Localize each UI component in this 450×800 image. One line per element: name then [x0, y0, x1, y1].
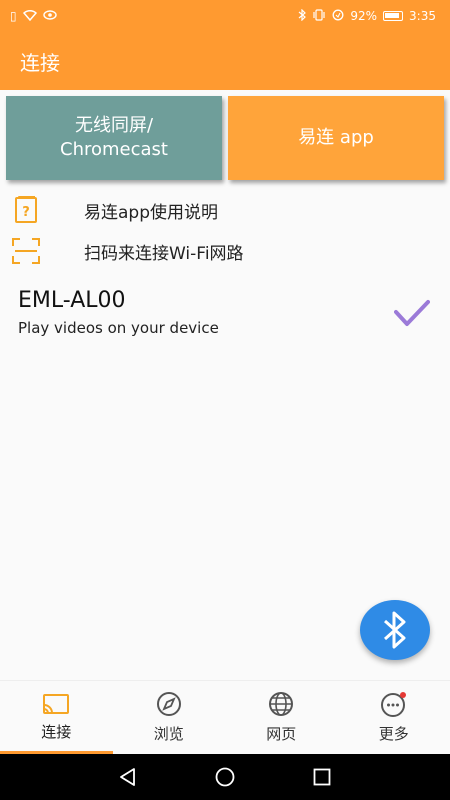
- scan-qr-icon: [12, 237, 40, 265]
- back-icon[interactable]: [117, 766, 139, 788]
- battery-percent: 92%: [350, 9, 378, 23]
- status-left-icons: ▯: [10, 9, 57, 23]
- bottom-navigation: 连接 浏览 网页 更多: [0, 680, 450, 754]
- scan-wifi-label: 扫码来连接Wi-Fi网路: [84, 243, 244, 264]
- nav-connect-label: 连接: [41, 723, 72, 741]
- bluetooth-icon: [383, 611, 406, 649]
- home-icon[interactable]: [214, 766, 236, 788]
- vibrate-icon: [312, 9, 326, 23]
- status-right-icons: 92% 3:35: [298, 8, 436, 23]
- help-document-icon: ?: [12, 196, 40, 224]
- scan-wifi-row[interactable]: 扫码来连接Wi-Fi网路: [0, 231, 450, 271]
- data-saver-icon: [332, 9, 344, 23]
- battery-icon: [383, 11, 404, 21]
- bluetooth-fab-button[interactable]: [360, 600, 430, 660]
- status-bar: ▯ 92% 3:35: [0, 0, 450, 32]
- more-chat-icon: [380, 692, 406, 717]
- recents-icon[interactable]: [311, 766, 333, 788]
- device-subtitle: Play videos on your device: [18, 319, 219, 337]
- nav-browse-label: 浏览: [153, 725, 184, 743]
- wireless-mirror-button[interactable]: 无线同屏/ Chromecast: [6, 96, 222, 180]
- check-icon: [394, 300, 430, 326]
- bluetooth-status-icon: [298, 8, 307, 23]
- svg-text:?: ?: [22, 205, 30, 220]
- nav-web-label: 网页: [266, 725, 297, 743]
- help-link-label: 易连app使用说明: [84, 202, 218, 223]
- page-title: 连接: [20, 50, 60, 75]
- wireless-mirror-label-line2: Chromecast: [60, 139, 168, 160]
- help-link-row[interactable]: ? 易连app使用说明: [0, 190, 450, 230]
- device-list-item[interactable]: EML-AL00 Play videos on your device: [0, 284, 450, 344]
- nav-more-label: 更多: [378, 725, 409, 743]
- nav-connect[interactable]: 连接: [0, 681, 113, 754]
- wifi-icon: [22, 9, 37, 23]
- easy-connect-app-button[interactable]: 易连 app: [228, 96, 444, 180]
- compass-icon: [156, 692, 181, 716]
- system-navigation-bar: [0, 754, 450, 800]
- wireless-mirror-label-line1: 无线同屏/: [74, 115, 154, 136]
- nav-more[interactable]: 更多: [338, 681, 450, 754]
- globe-icon: [269, 692, 294, 716]
- nav-browse[interactable]: 浏览: [113, 681, 226, 754]
- status-time: 3:35: [409, 9, 436, 23]
- device-name: EML-AL00: [18, 288, 126, 313]
- easy-connect-app-label: 易连 app: [298, 127, 374, 148]
- mode-selector: 无线同屏/ Chromecast 易连 app: [6, 96, 444, 180]
- cast-icon: [43, 694, 70, 714]
- nav-web[interactable]: 网页: [225, 681, 338, 754]
- app-bar: 连接: [0, 32, 450, 90]
- sim-icon: ▯: [10, 9, 17, 23]
- eye-icon: [42, 10, 57, 22]
